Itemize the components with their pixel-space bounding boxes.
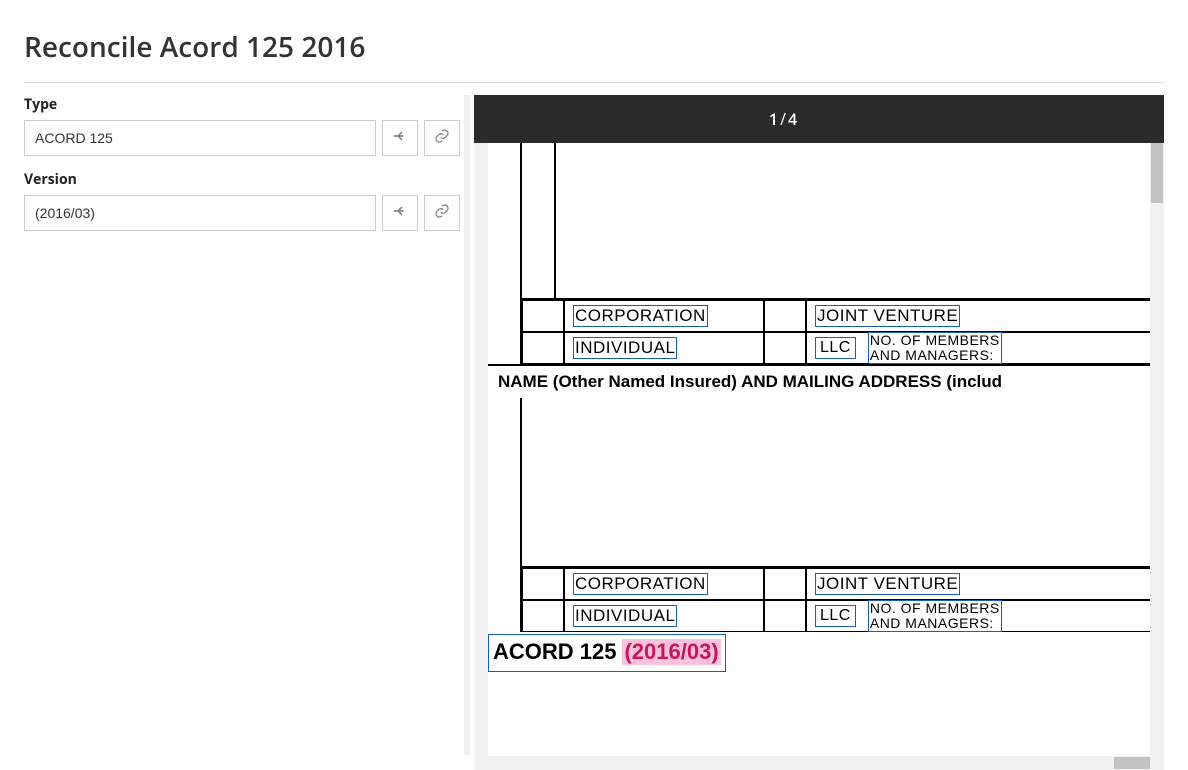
- scrollbar-thumb[interactable]: [1151, 143, 1163, 203]
- horizontal-scrollbar[interactable]: [474, 756, 1150, 770]
- arrow-left-icon: [392, 202, 408, 224]
- individual-label: INDIVIDUAL: [564, 332, 764, 364]
- prev-page-button[interactable]: [735, 109, 755, 129]
- version-input[interactable]: [24, 195, 376, 231]
- panel-divider[interactable]: [464, 95, 470, 755]
- zoom-in-button[interactable]: [1130, 109, 1150, 129]
- viewer-toolbar: 1/4: [474, 95, 1164, 143]
- checkbox-cell: [522, 600, 564, 632]
- llc-label: LLC NO. OF MEMBERSAND MANAGERS:: [806, 332, 1150, 364]
- scrollbar-thumb[interactable]: [1114, 757, 1150, 769]
- joint-venture-label: JOINT VENTURE: [806, 300, 1150, 332]
- version-link-button[interactable]: [424, 195, 460, 231]
- viewer-body: CORPORATION JOINT VENTURE INDIVIDUAL LLC: [474, 143, 1164, 770]
- vertical-scrollbar[interactable]: [1150, 143, 1164, 756]
- corporation-label: CORPORATION: [564, 300, 764, 332]
- llc-label: LLC NO. OF MEMBERSAND MANAGERS:: [806, 600, 1150, 632]
- checkbox-cell: [522, 300, 564, 332]
- checkbox-cell: [764, 568, 806, 600]
- type-label: Type: [24, 95, 460, 114]
- version-back-button[interactable]: [382, 195, 418, 231]
- help-button[interactable]: [488, 109, 508, 129]
- checkbox-cell: [522, 568, 564, 600]
- fullscreen-button[interactable]: [1094, 109, 1114, 129]
- type-link-button[interactable]: [424, 120, 460, 156]
- document-canvas[interactable]: CORPORATION JOINT VENTURE INDIVIDUAL LLC: [488, 143, 1150, 756]
- checkbox-cell: [764, 332, 806, 364]
- acord-version-highlight: (2016/03): [622, 639, 720, 665]
- type-back-button[interactable]: [382, 120, 418, 156]
- document-viewer: 1/4: [474, 95, 1164, 770]
- type-input[interactable]: [24, 120, 376, 156]
- zoom-out-button[interactable]: [1058, 109, 1078, 129]
- page-total: 4: [788, 108, 797, 130]
- title-divider: [24, 82, 1164, 83]
- checkbox-cell: [764, 600, 806, 632]
- arrow-left-icon: [392, 127, 408, 149]
- page-current: 1: [769, 108, 778, 130]
- link-icon: [434, 127, 450, 149]
- individual-label: INDIVIDUAL: [564, 600, 764, 632]
- form-panel: Type Version: [24, 95, 460, 770]
- joint-venture-label: JOINT VENTURE: [806, 568, 1150, 600]
- version-label: Version: [24, 170, 460, 189]
- acord-name: ACORD 125: [493, 639, 616, 665]
- page-indicator: 1/4: [769, 108, 797, 130]
- page-sep: /: [780, 108, 786, 130]
- page-title: Reconcile Acord 125 2016: [0, 0, 1188, 82]
- acord-footer: ACORD 125 (2016/03): [488, 634, 726, 672]
- corporation-label: CORPORATION: [564, 568, 764, 600]
- link-icon: [434, 202, 450, 224]
- checkbox-cell: [522, 332, 564, 364]
- checkbox-cell: [764, 300, 806, 332]
- name-mailing-label: NAME (Other Named Insured) AND MAILING A…: [488, 364, 1150, 398]
- next-page-button[interactable]: [811, 109, 831, 129]
